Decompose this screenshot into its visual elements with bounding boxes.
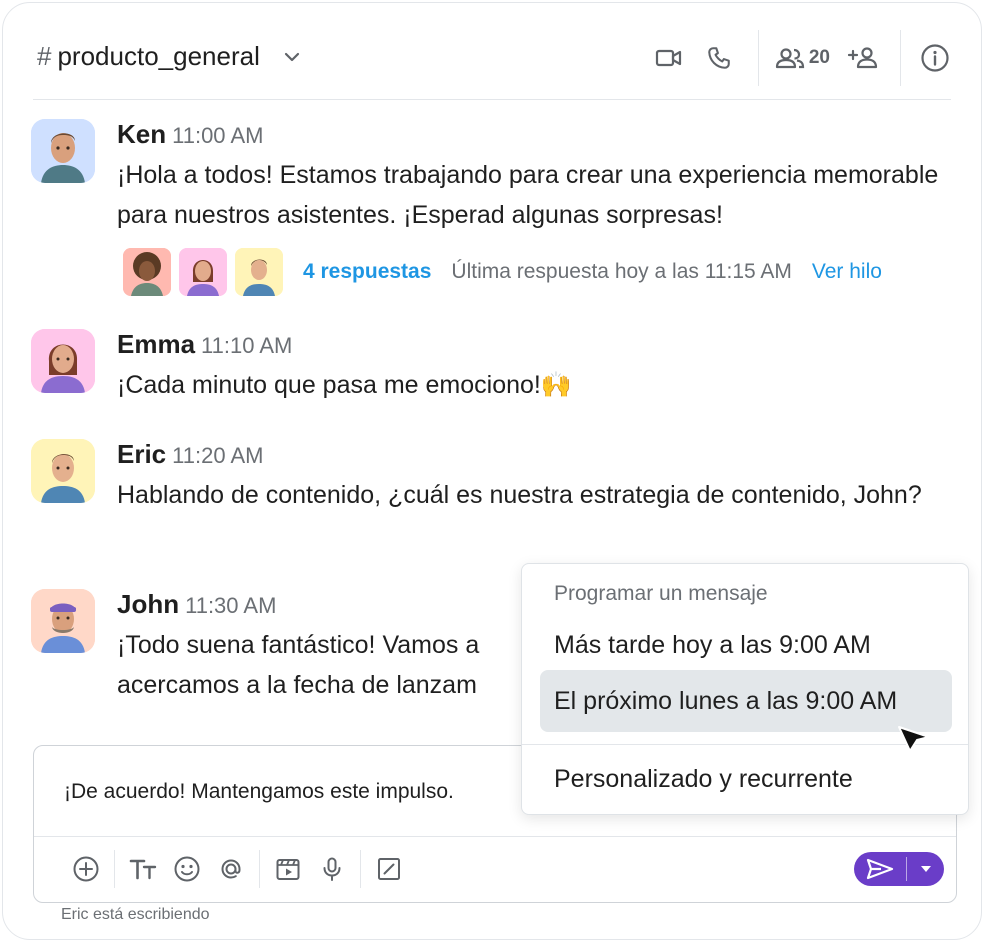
info-icon bbox=[921, 44, 949, 72]
message-input[interactable]: ¡De acuerdo! Mantengamos este impulso. bbox=[64, 780, 454, 804]
avatar bbox=[235, 248, 283, 296]
header-actions: 20 bbox=[646, 30, 981, 86]
author-name[interactable]: Emma bbox=[117, 329, 195, 359]
chat-window: # producto_general 20 Ken 11:00 AM ¡Hola… bbox=[2, 2, 982, 940]
reply-avatar-illustration bbox=[123, 248, 171, 296]
members-icon bbox=[775, 48, 804, 69]
avatar bbox=[179, 248, 227, 296]
toolbar-divider bbox=[360, 850, 361, 888]
voice-message-button[interactable] bbox=[310, 847, 354, 891]
add-member-icon bbox=[847, 47, 878, 69]
channel-name: producto_general bbox=[57, 41, 260, 71]
message-time: 11:20 AM bbox=[172, 443, 264, 468]
view-thread-link[interactable]: Ver hilo bbox=[812, 260, 882, 284]
add-member-button[interactable] bbox=[842, 38, 886, 78]
composer-toolbar bbox=[64, 846, 411, 892]
mention-icon bbox=[221, 859, 241, 879]
message-item: Eric 11:20 AM Hablando de contenido, ¿cuá… bbox=[31, 439, 961, 559]
author-name[interactable]: John bbox=[117, 589, 179, 619]
emoji-icon bbox=[174, 856, 200, 882]
slash-command-button[interactable] bbox=[367, 847, 411, 891]
channel-title[interactable]: # producto_general bbox=[37, 41, 302, 72]
video-call-button[interactable] bbox=[646, 38, 692, 78]
caret-down-icon bbox=[920, 866, 931, 872]
microphone-icon bbox=[323, 857, 341, 881]
avatar-john-illustration bbox=[31, 589, 95, 653]
message-text: ¡Cada minuto que pasa me emociono!🙌 bbox=[117, 371, 572, 399]
hash-icon: # bbox=[37, 41, 52, 71]
schedule-option-later-today[interactable]: Más tarde hoy a las 9:00 AM bbox=[540, 614, 952, 676]
channel-info-button[interactable] bbox=[917, 38, 953, 78]
message-time: 11:00 AM bbox=[172, 123, 264, 148]
avatar[interactable] bbox=[31, 329, 95, 393]
emoji-button[interactable] bbox=[165, 847, 209, 891]
message-header: Emma 11:10 AM bbox=[117, 329, 292, 360]
thread-replies-count[interactable]: 4 respuestas bbox=[303, 260, 431, 284]
avatar[interactable] bbox=[31, 119, 95, 183]
avatar[interactable] bbox=[31, 589, 95, 653]
video-icon bbox=[655, 49, 681, 67]
send-button-group bbox=[854, 852, 944, 886]
message-header: John 11:30 AM bbox=[117, 589, 276, 620]
schedule-option-custom[interactable]: Personalizado y recurrente bbox=[540, 748, 952, 810]
chevron-down-icon[interactable] bbox=[282, 47, 302, 67]
toolbar-divider bbox=[259, 850, 260, 888]
message-header: Eric 11:20 AM bbox=[117, 439, 263, 470]
thread-summary[interactable]: 4 respuestas Última respuesta hoy a las … bbox=[123, 248, 882, 296]
text-format-button[interactable] bbox=[121, 847, 165, 891]
avatar-eric-illustration bbox=[31, 439, 95, 503]
schedule-send-toggle[interactable] bbox=[907, 852, 944, 886]
text-format-icon bbox=[129, 859, 157, 880]
avatar-emma-illustration bbox=[31, 329, 95, 393]
avatar[interactable] bbox=[31, 439, 95, 503]
header-divider bbox=[900, 30, 901, 86]
slash-command-icon bbox=[378, 858, 400, 880]
add-icon bbox=[73, 856, 99, 882]
composer-divider bbox=[34, 836, 956, 837]
video-clip-button[interactable] bbox=[266, 847, 310, 891]
message-text: ¡Hola a todos! Estamos trabajando para c… bbox=[117, 161, 939, 229]
mention-button[interactable] bbox=[209, 847, 253, 891]
message-header: Ken 11:00 AM bbox=[117, 119, 263, 150]
send-button[interactable] bbox=[854, 852, 906, 886]
header-divider-line bbox=[33, 99, 951, 100]
typing-indicator: Eric está escribiendo bbox=[61, 906, 210, 923]
reply-avatar-illustration bbox=[179, 248, 227, 296]
mouse-pointer-icon bbox=[898, 726, 930, 752]
message-time: 11:10 AM bbox=[201, 333, 293, 358]
schedule-menu-title: Programar un mensaje bbox=[554, 582, 768, 605]
phone-icon bbox=[708, 47, 730, 69]
send-icon bbox=[866, 858, 894, 880]
schedule-option-next-monday[interactable]: El próximo lunes a las 9:00 AM bbox=[540, 670, 952, 732]
members-button[interactable]: 20 bbox=[775, 38, 830, 78]
author-name[interactable]: Ken bbox=[117, 119, 166, 149]
thread-last-reply: Última respuesta hoy a las 11:15 AM bbox=[451, 260, 792, 283]
member-count: 20 bbox=[808, 47, 830, 68]
reply-avatar-illustration bbox=[235, 248, 283, 296]
attach-button[interactable] bbox=[64, 847, 108, 891]
avatar-ken-illustration bbox=[31, 119, 95, 183]
avatar bbox=[123, 248, 171, 296]
video-clip-icon bbox=[276, 859, 300, 880]
header-divider bbox=[757, 30, 759, 86]
message-text: Hablando de contenido, ¿cuál es nuestra … bbox=[117, 481, 922, 509]
message-item: Emma 11:10 AM ¡Cada minuto que pasa me em… bbox=[31, 329, 961, 409]
channel-header: # producto_general 20 bbox=[3, 3, 981, 99]
schedule-message-menu: Programar un mensaje Más tarde hoy a las… bbox=[521, 563, 969, 815]
toolbar-divider bbox=[114, 850, 115, 888]
author-name[interactable]: Eric bbox=[117, 439, 166, 469]
message-time: 11:30 AM bbox=[185, 593, 277, 618]
phone-call-button[interactable] bbox=[696, 38, 742, 78]
